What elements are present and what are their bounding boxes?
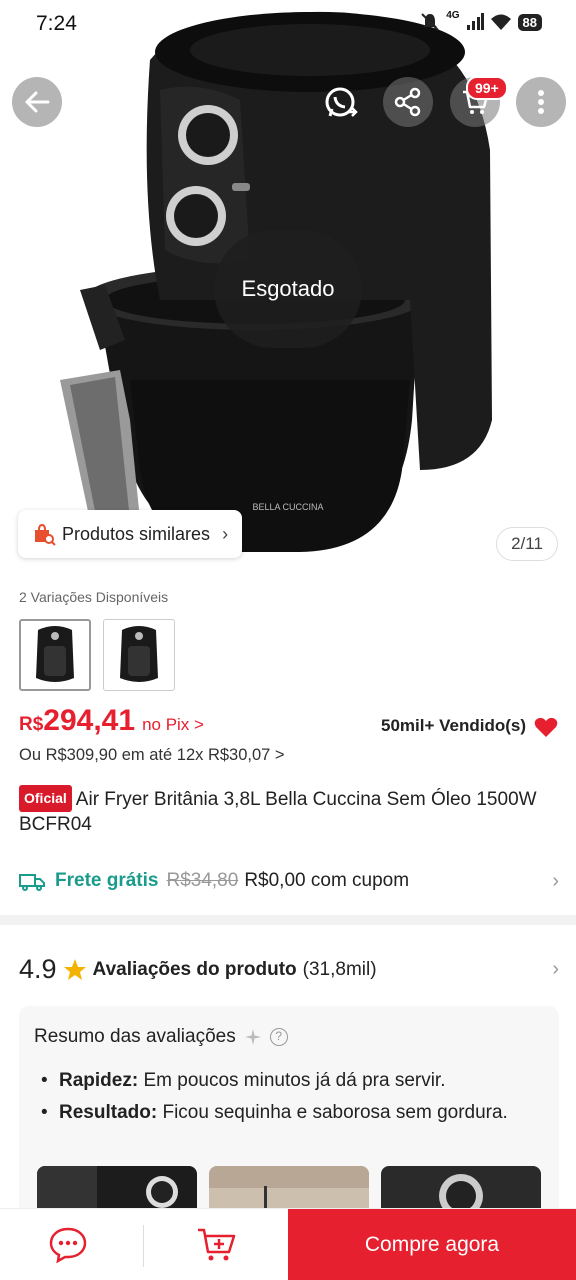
help-icon[interactable]: ? bbox=[269, 1028, 288, 1046]
reviews-summary-header: Resumo das avaliações ? bbox=[34, 1026, 288, 1048]
whatsapp-icon bbox=[325, 87, 358, 117]
sold-count: 50mil+ Vendido(s) bbox=[380, 716, 526, 735]
price-value: 294,41 bbox=[43, 704, 136, 737]
star-icon bbox=[63, 958, 86, 980]
shipping-old-price: R$34,80 bbox=[166, 870, 239, 891]
truck-icon bbox=[19, 874, 45, 891]
status-bar: 7:24 4G 88 bbox=[0, 0, 576, 50]
review-item-label: Rapidez: bbox=[59, 1070, 139, 1091]
image-page-indicator: 2/11 bbox=[496, 527, 558, 561]
variant-thumbnail bbox=[36, 626, 74, 682]
shipping-row[interactable]: Frete grátis R$34,80 R$0,00 com cupom › bbox=[19, 870, 559, 892]
status-time: 7:24 bbox=[36, 12, 77, 35]
reviews-header[interactable]: 4.9 Avaliações do produto (31,8mil) › bbox=[19, 954, 559, 985]
official-badge: Oficial bbox=[19, 785, 72, 812]
svg-text:BELLA CUCCINA: BELLA CUCCINA bbox=[252, 502, 323, 512]
product-title-block: Oficial Air Fryer Britânia 3,8L Bella Cuc… bbox=[19, 785, 559, 837]
review-summary-item: • Rapidez: Em poucos minutos já dá pra s… bbox=[41, 1068, 541, 1093]
product-gallery[interactable]: BELLA CUCCINA 7:24 4G 88 99+ Esgotado Pr… bbox=[0, 0, 576, 580]
bottom-bar-divider bbox=[143, 1225, 144, 1267]
cart-plus-icon bbox=[198, 1228, 236, 1261]
bullet-dot: • bbox=[41, 1102, 48, 1123]
similar-products-label: Produtos similares bbox=[62, 523, 211, 544]
whatsapp-share-button[interactable] bbox=[318, 80, 364, 126]
signal-icon bbox=[466, 13, 484, 30]
product-title: Air Fryer Britânia 3,8L Bella Cuccina Se… bbox=[19, 789, 537, 835]
variant-option-1[interactable] bbox=[19, 619, 91, 691]
free-shipping-label: Frete grátis bbox=[55, 870, 159, 891]
chat-icon bbox=[49, 1227, 87, 1264]
chat-button[interactable] bbox=[48, 1226, 88, 1269]
reviews-title: Avaliações do produto bbox=[92, 958, 297, 980]
price-row[interactable]: R$ 294,41 no Pix > bbox=[19, 704, 204, 738]
cart-count-badge: 99+ bbox=[466, 76, 508, 100]
shopping-bag-search-icon bbox=[35, 523, 56, 546]
heart-icon[interactable] bbox=[534, 716, 558, 738]
pix-label[interactable]: no Pix > bbox=[142, 715, 204, 735]
add-to-cart-button[interactable] bbox=[196, 1225, 238, 1270]
sold-out-overlay: Esgotado bbox=[214, 230, 362, 348]
chevron-right-icon: › bbox=[222, 523, 229, 544]
review-summary-item: • Resultado: Ficou sequinha e saborosa s… bbox=[41, 1100, 541, 1125]
buy-now-button[interactable]: Compre agora bbox=[288, 1209, 576, 1280]
price-currency: R$ bbox=[19, 714, 44, 735]
arrow-left-icon bbox=[25, 91, 50, 113]
rating-value: 4.9 bbox=[19, 954, 57, 984]
battery-level: 88 bbox=[517, 13, 542, 31]
back-button[interactable] bbox=[12, 77, 62, 127]
variant-option-2[interactable] bbox=[103, 619, 175, 691]
reviews-summary-title: Resumo das avaliações bbox=[34, 1026, 236, 1047]
wifi-icon bbox=[490, 14, 511, 30]
share-button[interactable] bbox=[383, 77, 433, 127]
share-icon bbox=[394, 87, 421, 117]
more-vertical-icon bbox=[538, 90, 544, 114]
bullet-dot: • bbox=[41, 1070, 48, 1091]
reviews-summary-card: Resumo das avaliações ? • Rapidez: Em po… bbox=[19, 1006, 559, 1236]
chevron-right-icon: › bbox=[552, 870, 559, 892]
review-item-label: Resultado: bbox=[59, 1102, 158, 1123]
chevron-right-icon: › bbox=[552, 958, 559, 980]
bottom-action-bar: Compre agora bbox=[0, 1208, 576, 1280]
similar-products-button[interactable]: Produtos similares › bbox=[18, 510, 242, 558]
network-type: 4G bbox=[446, 9, 460, 21]
section-divider bbox=[0, 915, 576, 925]
shipping-coupon-text: R$0,00 com cupom bbox=[244, 870, 410, 891]
bell-muted-icon bbox=[421, 13, 439, 31]
reviews-count: (31,8mil) bbox=[302, 958, 377, 980]
review-item-text: Ficou sequinha e saborosa sem gordura. bbox=[162, 1102, 508, 1123]
installments-link[interactable]: Ou R$309,90 em até 12x R$30,07 > bbox=[19, 746, 285, 765]
variant-thumbnail bbox=[120, 626, 158, 682]
sparkle-icon bbox=[244, 1029, 261, 1045]
status-icons: 4G 88 bbox=[420, 9, 542, 32]
more-options-button[interactable] bbox=[516, 77, 566, 127]
review-item-text: Em poucos minutos já dá pra servir. bbox=[143, 1070, 446, 1091]
variants-label: 2 Variações Disponíveis bbox=[19, 589, 169, 605]
